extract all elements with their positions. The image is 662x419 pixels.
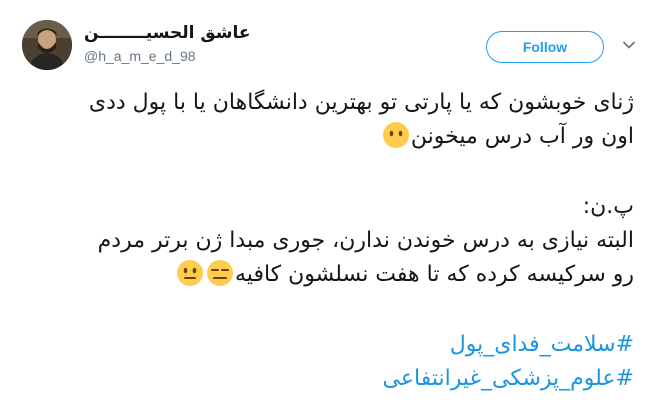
chevron-down-icon[interactable] [622,38,636,52]
user-info[interactable]: عاشق الحسیــــــــن @h_a_m_e_d_98 [84,22,250,65]
tweet-line-text: اون ور آب درس میخونن [410,124,634,149]
tweet-line-text: ژنای خوبشون که یا پارتی تو بهترین دانشگا… [88,90,634,115]
hashtag-line: #علوم_پزشکی_غیرانتفاعی [22,362,634,396]
tweet-line-text: البته نیازی به درس خوندن ندارن، جوری مبد… [97,228,634,253]
hashtag-line: #سلامت_فدای_پول [22,328,634,362]
profile-photo-icon [22,20,72,70]
tweet-text: ژنای خوبشون که یا پارتی تو بهترین دانشگا… [22,86,634,396]
tweet-line: پ.ن: [22,190,634,224]
tweet-line: البته نیازی به درس خوندن ندارن، جوری مبد… [22,224,634,258]
neutral-face-icon [177,260,204,286]
user-handle[interactable]: @h_a_m_e_d_98 [84,47,250,65]
expressionless-face-icon [207,260,234,286]
hashtag-link[interactable]: #علوم_پزشکی_غیرانتفاعی [383,366,634,391]
follow-button[interactable]: Follow [486,31,604,63]
tweet-card: عاشق الحسیــــــــن @h_a_m_e_d_98 Follow… [0,0,662,419]
tweet-header: عاشق الحسیــــــــن @h_a_m_e_d_98 Follow [22,14,640,70]
tweet-line: رو سرکیسه کرده که تا هفت نسلشون کافیه [22,258,634,292]
avatar[interactable] [22,20,72,70]
tweet-line-text: رو سرکیسه کرده که تا هفت نسلشون کافیه [235,262,634,287]
tweet-line-text: پ.ن: [582,194,634,219]
face-without-mouth-icon [382,122,409,148]
hashtag-link[interactable]: #سلامت_فدای_پول [450,332,634,357]
tweet-line: اون ور آب درس میخونن [22,120,634,154]
tweet-line: ژنای خوبشون که یا پارتی تو بهترین دانشگا… [22,86,634,120]
display-name[interactable]: عاشق الحسیــــــــن [84,22,250,44]
